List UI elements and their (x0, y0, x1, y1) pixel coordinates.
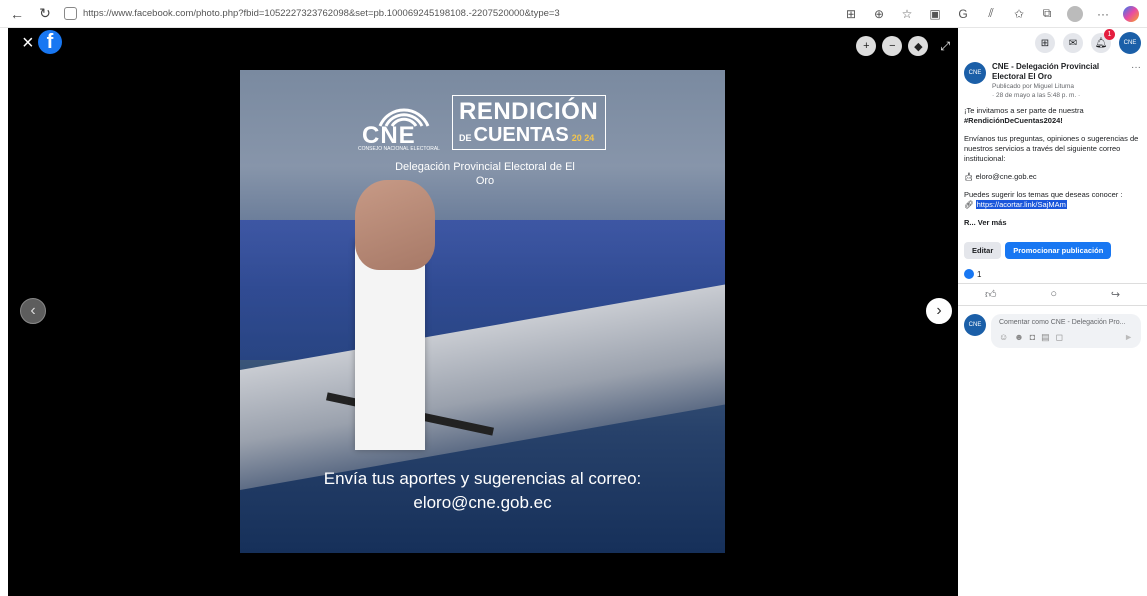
de-label: DE (459, 133, 472, 143)
reaction-count[interactable]: 1 (977, 270, 981, 279)
promote-button[interactable]: Promocionar publicación (1005, 242, 1112, 259)
rendicion-box: RENDICIÓN DE CUENTAS 20 24 (452, 95, 606, 150)
browser-toolbar: ← ↻ https://www.facebook.com/photo.php?f… (0, 0, 1147, 28)
cne-brand-sub: CONSEJO NACIONAL ELECTORAL (358, 146, 440, 152)
profile-avatar[interactable] (1067, 5, 1083, 22)
photo-caption: Envía tus aportes y sugerencias al corre… (240, 467, 725, 515)
tag-icon[interactable]: ◆ (908, 36, 929, 56)
zoom-out-icon[interactable]: − (882, 36, 903, 56)
photo-viewer: × f + − ◆ ⤢ ‹ › CNE CONSEJO NACIONAL ELE… (8, 28, 958, 596)
copilot-icon[interactable] (1123, 5, 1139, 22)
url-text[interactable]: https://www.facebook.com/photo.php?fbid=… (83, 8, 560, 19)
body-paragraph-2: Envíanos tus preguntas, opiniones o suge… (964, 134, 1139, 163)
notifications-bell-icon[interactable]: 🔔︎ 1 (1091, 29, 1115, 53)
email-icon: 📩︎ (964, 172, 974, 181)
body-paragraph-3: Puedes sugerir los temas que deseas cono… (964, 190, 1123, 199)
account-avatar[interactable]: CNE (1119, 32, 1141, 54)
edit-button[interactable]: Editar (964, 242, 1002, 259)
next-photo-button[interactable]: › (926, 298, 952, 324)
body-intro: ¡Te invitamos a ser parte de nuestra (964, 106, 1084, 115)
extension-g-icon[interactable]: G (955, 6, 971, 22)
link-icon: 🔗︎ (964, 200, 974, 209)
hand (355, 180, 435, 270)
more-options-icon[interactable]: ··· (1131, 62, 1141, 100)
page-name[interactable]: CNE - Delegación Provincial Electoral El… (992, 62, 1125, 82)
page-avatar[interactable]: CNE (964, 62, 986, 84)
extension-icon[interactable]: ▣ (927, 6, 943, 22)
send-icon[interactable]: ► (1124, 332, 1133, 343)
post-text: ¡Te invitamos a ser parte de nuestra #Re… (958, 104, 1147, 238)
short-link[interactable]: https://acortar.link/SajMAm (975, 200, 1067, 209)
menu-grid-icon[interactable]: ⊞ (1035, 33, 1055, 53)
ballot-paper (355, 240, 425, 450)
comment-placeholder: Comentar como CNE - Delegación Pro... (999, 319, 1126, 326)
more-icon[interactable]: ··· (1095, 6, 1111, 22)
like-icon[interactable]: 👍︎ (985, 288, 997, 301)
grid-icon[interactable]: ⊞ (843, 6, 859, 22)
delegacion-text: Delegación Provincial Electoral de El Or… (395, 161, 575, 187)
comment-input[interactable]: Comentar como CNE - Delegación Pro... ☺ … (991, 314, 1141, 348)
year-label: 20 24 (571, 133, 595, 143)
zoom-in-icon[interactable]: + (856, 36, 877, 56)
share-icon[interactable]: ↪ (1111, 288, 1120, 301)
back-icon[interactable]: ← (8, 5, 26, 23)
close-icon[interactable]: × (22, 32, 34, 55)
zoom-icon[interactable]: ⊕ (871, 6, 887, 22)
sticker-icon[interactable]: ◻ (1056, 332, 1063, 343)
lock-icon (64, 7, 77, 20)
split-screen-icon[interactable]: ⫽ (983, 6, 999, 22)
comment-icon[interactable]: ○ (1050, 288, 1057, 301)
commenter-avatar: CNE (964, 314, 986, 336)
rendicion-title: RENDICIÓN (459, 98, 599, 125)
collections-icon[interactable]: ⧉ (1039, 6, 1055, 22)
email-text: eloro@cne.gob.ec (975, 172, 1037, 181)
caption-line-1: Envía tus aportes y sugerencias al corre… (323, 469, 642, 488)
refresh-icon[interactable]: ↻ (36, 5, 54, 23)
favorites-icon[interactable]: ✩ (1011, 6, 1027, 22)
post-photo: CNE CONSEJO NACIONAL ELECTORAL RENDICIÓN… (240, 70, 725, 553)
notification-badge: 1 (1104, 29, 1115, 40)
facebook-logo-icon[interactable]: f (38, 30, 62, 54)
like-reaction-icon (964, 269, 974, 279)
gif-icon[interactable]: ▤ (1041, 332, 1050, 343)
cne-logo: CNE CONSEJO NACIONAL ELECTORAL (358, 92, 466, 152)
cuentas-title: CUENTAS (473, 124, 569, 146)
fullscreen-icon[interactable]: ⤢ (940, 39, 950, 54)
previous-photo-button[interactable]: ‹ (20, 298, 46, 324)
messenger-icon[interactable]: ✉ (1063, 33, 1083, 53)
favorite-star-icon[interactable]: ☆ (899, 6, 915, 22)
see-more-link[interactable]: R... Ver más (964, 218, 1141, 228)
post-timestamp[interactable]: · 28 de mayo a las 5:48 p. m. · (992, 91, 1125, 100)
hashtag-link[interactable]: #RendiciónDeCuentas2024! (964, 116, 1063, 125)
published-by[interactable]: Publicado por Miguel Lituma (992, 82, 1125, 91)
post-side-panel: ⊞ ✉ 🔔︎ 1 CNE CNE CNE - Delegación Provin… (958, 28, 1147, 596)
emoji-icon[interactable]: ☻ (1014, 332, 1023, 343)
caption-line-2: eloro@cne.gob.ec (413, 493, 552, 512)
avatar-sticker-icon[interactable]: ☺ (999, 332, 1008, 343)
camera-icon[interactable]: ◘ (1030, 332, 1035, 343)
address-bar[interactable]: https://www.facebook.com/photo.php?fbid=… (64, 7, 833, 20)
